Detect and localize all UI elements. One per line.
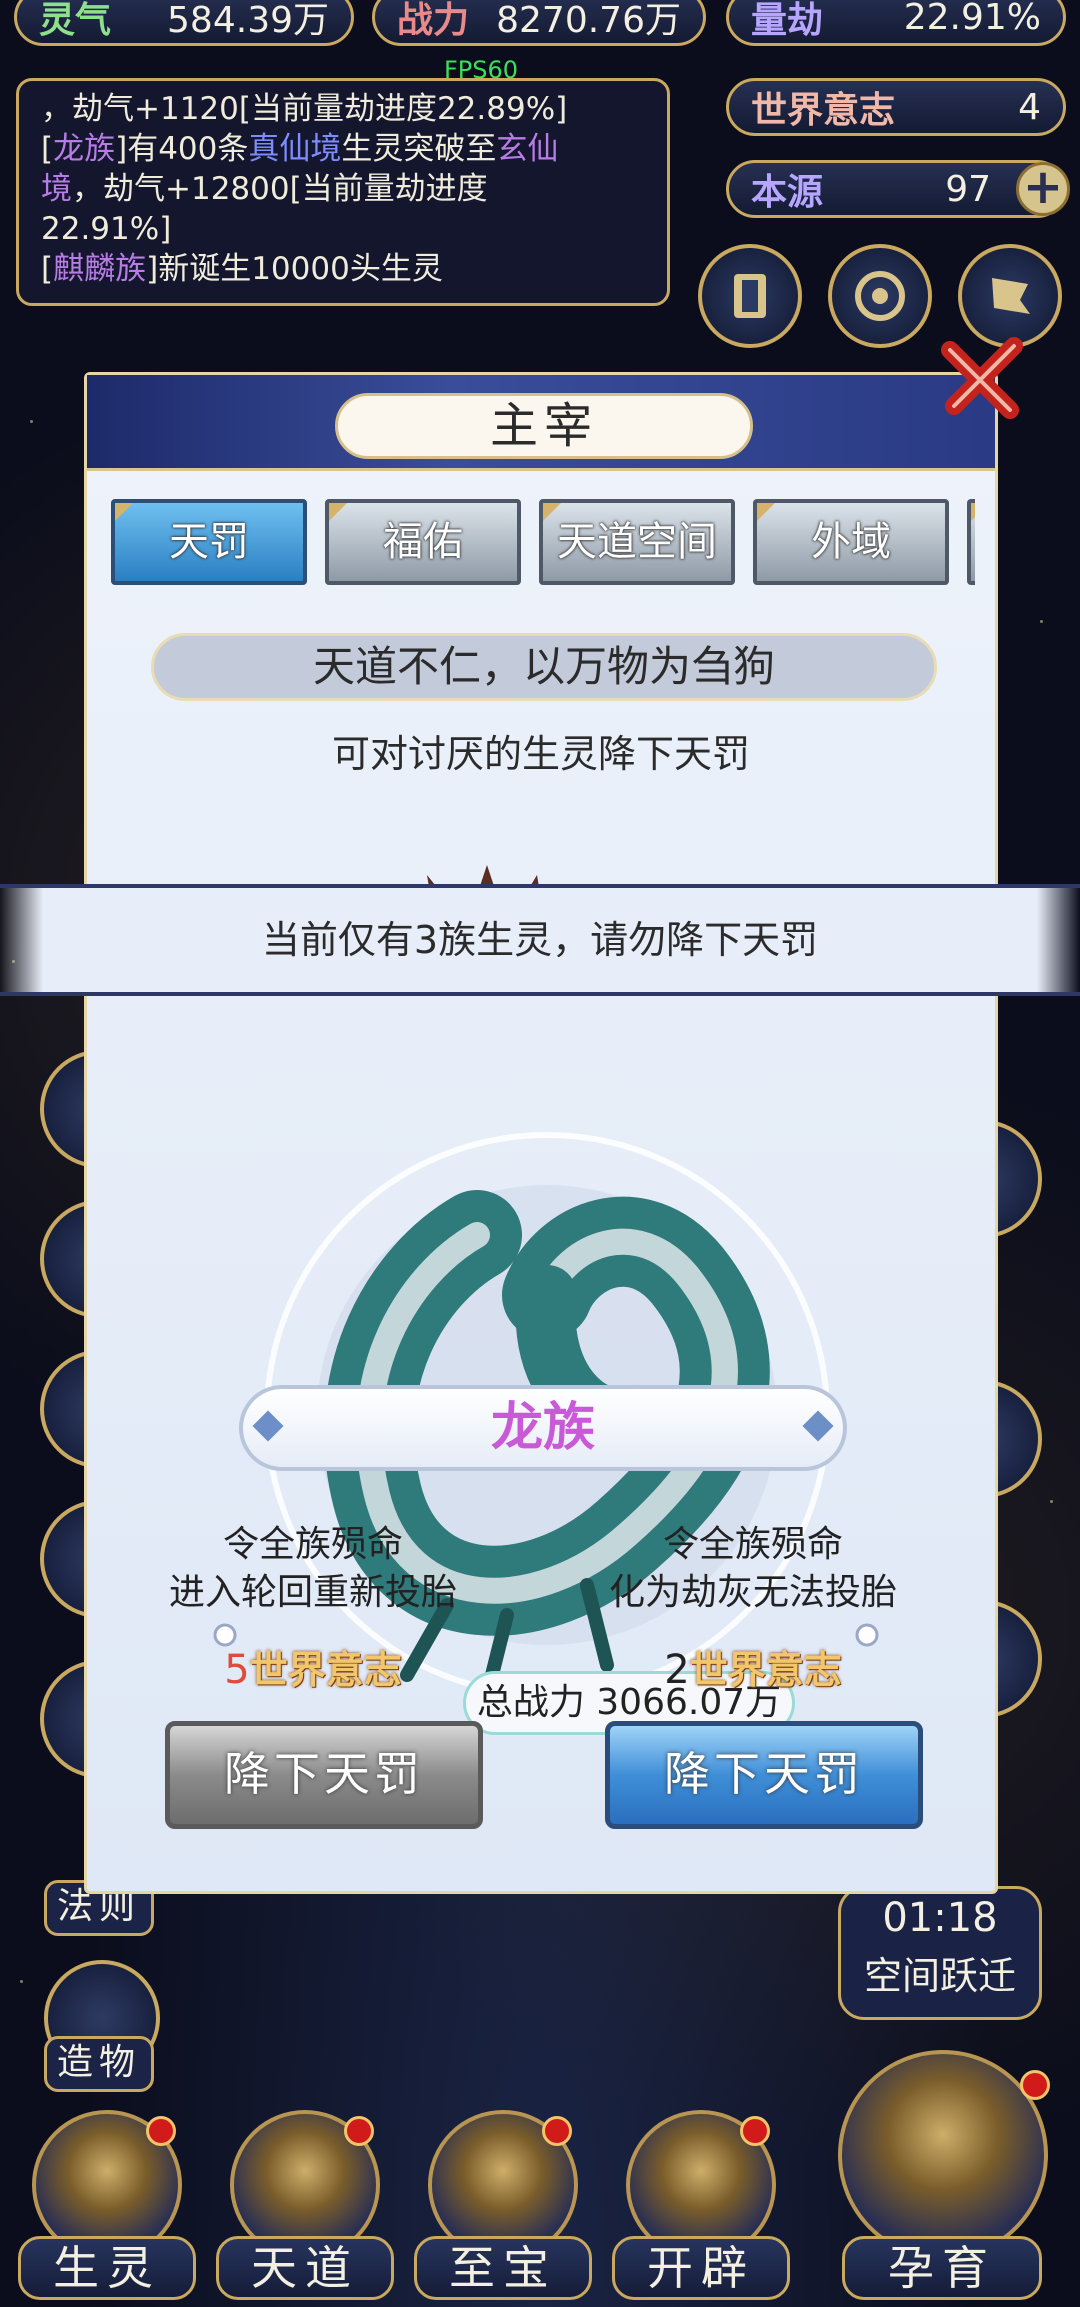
nav-label: 至宝 bbox=[414, 2236, 592, 2300]
nav-label: 天道 bbox=[216, 2236, 394, 2300]
timer-value: 01:18 bbox=[882, 1895, 998, 1941]
tab-fuyou[interactable]: 福佑 bbox=[325, 499, 521, 585]
nav-label: 孕育 bbox=[842, 2236, 1042, 2300]
book-icon-button[interactable] bbox=[698, 244, 802, 348]
modal-title: 主宰 bbox=[335, 393, 753, 459]
origin-bar[interactable]: 本源 97 bbox=[726, 160, 1066, 218]
tab-tianfa[interactable]: 天罚 bbox=[111, 499, 307, 585]
lingqi-value: 584.39万 bbox=[167, 0, 329, 41]
close-icon[interactable] bbox=[940, 336, 1024, 420]
world-will-label: 世界意志 bbox=[751, 90, 896, 131]
star-decoration bbox=[20, 1980, 23, 1983]
liangjie-label: 量劫 bbox=[751, 0, 824, 41]
power-value: 8270.76万 bbox=[496, 0, 681, 41]
nav-label: 开辟 bbox=[612, 2236, 790, 2300]
liangjie-bar[interactable]: 量劫 22.91% bbox=[726, 0, 1066, 46]
log-line: [龙族]有400条真仙境生灵突破至玄仙 bbox=[41, 131, 559, 167]
power-bar[interactable]: 战力 8270.76万 bbox=[372, 0, 706, 46]
dominate-modal: 主宰 天罚 福佑 天道空间 外域 天道不仁，以万物为刍狗 可对讨厌的生灵降下天罚… bbox=[84, 372, 998, 1894]
star-decoration bbox=[1040, 620, 1043, 623]
option-left-cost: 5世界意志 bbox=[224, 1647, 402, 1693]
punish-annihilate-button[interactable]: 降下天罚 bbox=[605, 1721, 923, 1829]
notification-dot bbox=[344, 2116, 374, 2146]
warning-banner: 当前仅有3族生灵，请勿降下天罚 bbox=[0, 884, 1080, 996]
log-line: 境，劫气+12800[当前量劫进度 bbox=[41, 171, 488, 207]
nav-yunyu[interactable]: 孕育 bbox=[822, 2050, 1062, 2300]
flag-icon bbox=[992, 278, 1030, 314]
notification-dot bbox=[1020, 2070, 1050, 2100]
world-will-bar[interactable]: 世界意志 4 bbox=[726, 78, 1066, 136]
vortex-icon bbox=[855, 271, 905, 321]
punish-reincarnate-button[interactable]: 降下天罚 bbox=[165, 1721, 483, 1829]
lingqi-bar[interactable]: 灵气 584.39万 bbox=[14, 0, 354, 46]
race-name: 龙族 bbox=[490, 1398, 595, 1458]
log-line: [麒麟族]新诞生10000头生灵 bbox=[41, 251, 443, 287]
notification-dot bbox=[146, 2116, 176, 2146]
power-label: 战力 bbox=[397, 0, 470, 41]
liangjie-value: 22.91% bbox=[903, 0, 1041, 38]
nav-shengling[interactable]: 生灵 bbox=[18, 2110, 196, 2300]
game-screen: 灵气 584.39万 战力 8270.76万 量劫 22.91% FPS60 ，… bbox=[0, 0, 1080, 2307]
space-jump-timer[interactable]: 01:18 空间跃迁 bbox=[838, 1886, 1042, 2020]
diamond-left-icon bbox=[252, 1410, 284, 1442]
origin-value: 97 bbox=[945, 168, 991, 210]
race-name-plate[interactable]: 龙族 bbox=[239, 1385, 847, 1471]
lingqi-label: 灵气 bbox=[39, 0, 112, 41]
add-origin-button[interactable]: + bbox=[1016, 162, 1070, 216]
zao-wu-button[interactable]: 造物 bbox=[44, 2036, 155, 2092]
timer-label: 空间跃迁 bbox=[863, 1954, 1016, 1998]
nav-zhibao[interactable]: 至宝 bbox=[414, 2110, 592, 2300]
nav-kaipi[interactable]: 开辟 bbox=[612, 2110, 790, 2300]
nav-label: 生灵 bbox=[18, 2236, 196, 2300]
star-decoration bbox=[1050, 1500, 1053, 1503]
motto-plate: 天道不仁，以万物为刍狗 bbox=[151, 633, 937, 701]
book-icon bbox=[734, 274, 766, 318]
tianfa-description: 可对讨厌的生灵降下天罚 bbox=[331, 732, 750, 776]
tab-tiandao-space[interactable]: 天道空间 bbox=[539, 499, 735, 585]
option-left-description: 令全族殒命 进入轮回重新投胎 bbox=[168, 1524, 457, 1613]
notification-dot bbox=[542, 2116, 572, 2146]
modal-tabs: 天罚 福佑 天道空间 外域 bbox=[111, 499, 975, 589]
event-log[interactable]: ，劫气+1120[当前量劫进度22.89%] [龙族]有400条真仙境生灵突破至… bbox=[16, 78, 670, 306]
log-line: 22.91%] bbox=[41, 211, 172, 247]
tab-waiyu[interactable]: 外域 bbox=[753, 499, 949, 585]
nav-tiandao[interactable]: 天道 bbox=[216, 2110, 394, 2300]
option-right-description: 令全族殒命 化为劫灰无法投胎 bbox=[608, 1524, 897, 1613]
flag-icon-button[interactable] bbox=[958, 244, 1062, 348]
log-line: ，劫气+1120[当前量劫进度22.89%] bbox=[41, 91, 568, 127]
diamond-right-icon bbox=[802, 1410, 834, 1442]
world-will-value: 4 bbox=[1018, 86, 1041, 128]
origin-label: 本源 bbox=[751, 172, 824, 213]
option-right-cost: 2世界意志 bbox=[664, 1647, 842, 1693]
yunyu-emblem-icon bbox=[838, 2050, 1048, 2260]
vortex-icon-button[interactable] bbox=[828, 244, 932, 348]
star-decoration bbox=[30, 420, 33, 423]
notification-dot bbox=[740, 2116, 770, 2146]
tab-more[interactable] bbox=[967, 499, 975, 585]
